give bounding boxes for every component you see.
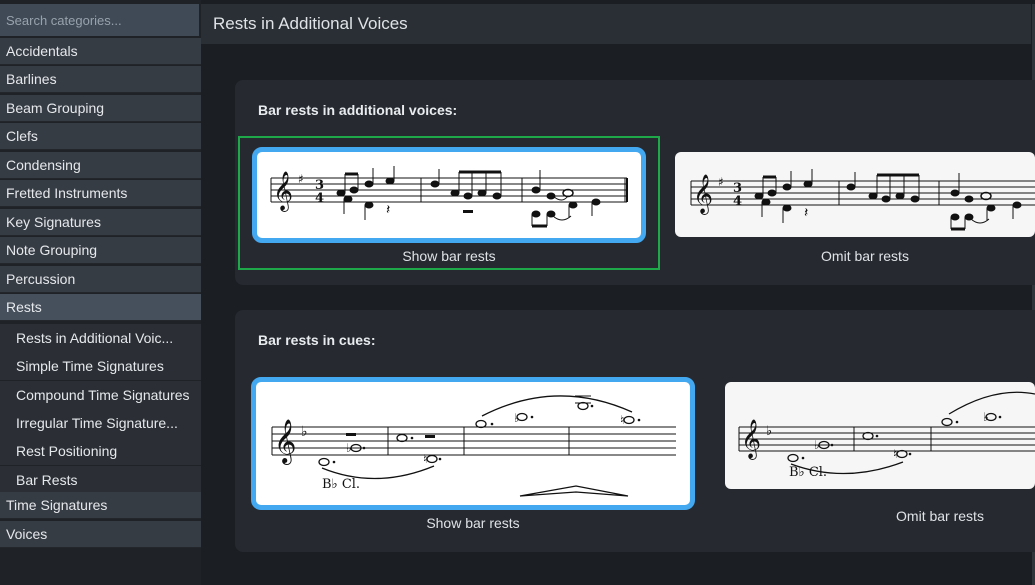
option-omit-bar-rests-voices[interactable]: 𝄞 ♯ 3 4 𝄽 Omit bar rests	[675, 152, 1035, 272]
subcategory-irregular-time-signatures[interactable]: Irregular Time Signature...	[0, 409, 201, 437]
svg-text:♭: ♭	[301, 424, 308, 440]
svg-text:4: 4	[315, 191, 324, 206]
search-categories-input[interactable]	[0, 4, 199, 36]
category-note-grouping[interactable]: Note Grouping	[0, 237, 201, 264]
svg-text:𝄞: 𝄞	[273, 171, 293, 212]
page-title: Rests in Additional Voices	[201, 4, 1031, 44]
subcategory-compound-time-signatures[interactable]: Compound Time Signatures	[0, 381, 201, 409]
section-title: Bar rests in additional voices:	[258, 102, 458, 118]
option-caption: Show bar rests	[402, 248, 496, 264]
section-title: Bar rests in cues:	[258, 332, 376, 348]
option-caption: Omit bar rests	[896, 508, 984, 524]
category-barlines[interactable]: Barlines	[0, 66, 201, 93]
svg-text:𝄞: 𝄞	[693, 174, 713, 215]
svg-text:𝄞: 𝄞	[741, 419, 761, 460]
svg-text:♮: ♮	[893, 447, 897, 461]
category-percussion[interactable]: Percussion	[0, 266, 201, 293]
option-show-bar-rests-voices[interactable]: 𝄞 ♯ 3 4 𝄽 Show bar rests	[252, 147, 646, 267]
option-omit-bar-rests-cues[interactable]: 𝄞 ♭ ♭ ♭ ♮ B♭ Cl. Omit bar rests	[725, 382, 1035, 542]
svg-text:♭: ♭	[814, 438, 820, 452]
score-preview-image: 𝄞 ♯ 3 4 𝄽	[270, 166, 628, 228]
svg-text:𝄽: 𝄽	[804, 204, 808, 220]
subcategory-rest-positioning[interactable]: Rest Positioning	[0, 437, 201, 465]
score-preview: 𝄞 ♯ 3 4 𝄽	[252, 147, 646, 243]
svg-text:♯: ♯	[718, 175, 724, 189]
category-beam-grouping[interactable]: Beam Grouping	[0, 95, 201, 122]
svg-text:4: 4	[733, 194, 742, 209]
option-show-bar-rests-cues[interactable]: 𝄞 ♭ ♭ ♭ ♮ ♮ B♭ Cl. Show bar rests	[251, 377, 695, 537]
svg-text:𝄞: 𝄞	[274, 419, 296, 465]
category-fretted-instruments[interactable]: Fretted Instruments	[0, 180, 201, 207]
subcategory-rests-in-additional-voices[interactable]: Rests in Additional Voic...	[0, 324, 201, 352]
category-key-signatures[interactable]: Key Signatures	[0, 209, 201, 236]
subcategory-bar-rests[interactable]: Bar Rests	[0, 466, 201, 494]
svg-text:♭: ♭	[766, 424, 772, 439]
option-caption: Omit bar rests	[821, 248, 909, 264]
category-clefs[interactable]: Clefs	[0, 123, 201, 150]
svg-text:♭: ♭	[346, 441, 352, 455]
score-preview-image: 𝄞 ♭	[738, 391, 1035, 480]
svg-text:♭: ♭	[514, 411, 520, 425]
score-preview: 𝄞 ♭	[725, 382, 1035, 489]
section-bar-rests-cues: Bar rests in cues: 𝄞 ♭ ♭ ♭ ♮ ♮ B♭ Cl. Sh…	[235, 310, 1035, 552]
svg-text:♮: ♮	[620, 413, 624, 427]
svg-text:♭: ♭	[983, 410, 989, 424]
category-time-signatures[interactable]: Time Signatures	[0, 492, 201, 519]
svg-text:♯: ♯	[298, 172, 304, 186]
cue-instrument-label: B♭ Cl.	[789, 465, 827, 480]
svg-text:𝄽: 𝄽	[386, 201, 390, 217]
categories-sidebar: Accidentals Barlines Beam Grouping Clefs…	[0, 0, 201, 585]
settings-page: Rests in Additional Voices Bar rests in …	[201, 0, 1035, 585]
cue-instrument-label: B♭ Cl.	[322, 477, 360, 492]
subcategory-simple-time-signatures[interactable]: Simple Time Signatures	[0, 352, 201, 380]
category-condensing[interactable]: Condensing	[0, 152, 201, 179]
category-rests[interactable]: Rests	[0, 294, 201, 321]
section-bar-rests-additional-voices: Bar rests in additional voices: 𝄞 ♯ 3 4 …	[235, 80, 1035, 285]
svg-text:♮: ♮	[423, 452, 427, 466]
category-voices[interactable]: Voices	[0, 521, 201, 548]
score-preview-image: 𝄞 ♯ 3 4 𝄽	[690, 169, 1035, 231]
option-caption: Show bar rests	[426, 515, 520, 531]
score-preview: 𝄞 ♯ 3 4 𝄽	[675, 152, 1035, 237]
score-preview-image: 𝄞 ♭	[271, 395, 676, 497]
score-preview: 𝄞 ♭	[251, 377, 695, 510]
category-accidentals[interactable]: Accidentals	[0, 38, 201, 65]
